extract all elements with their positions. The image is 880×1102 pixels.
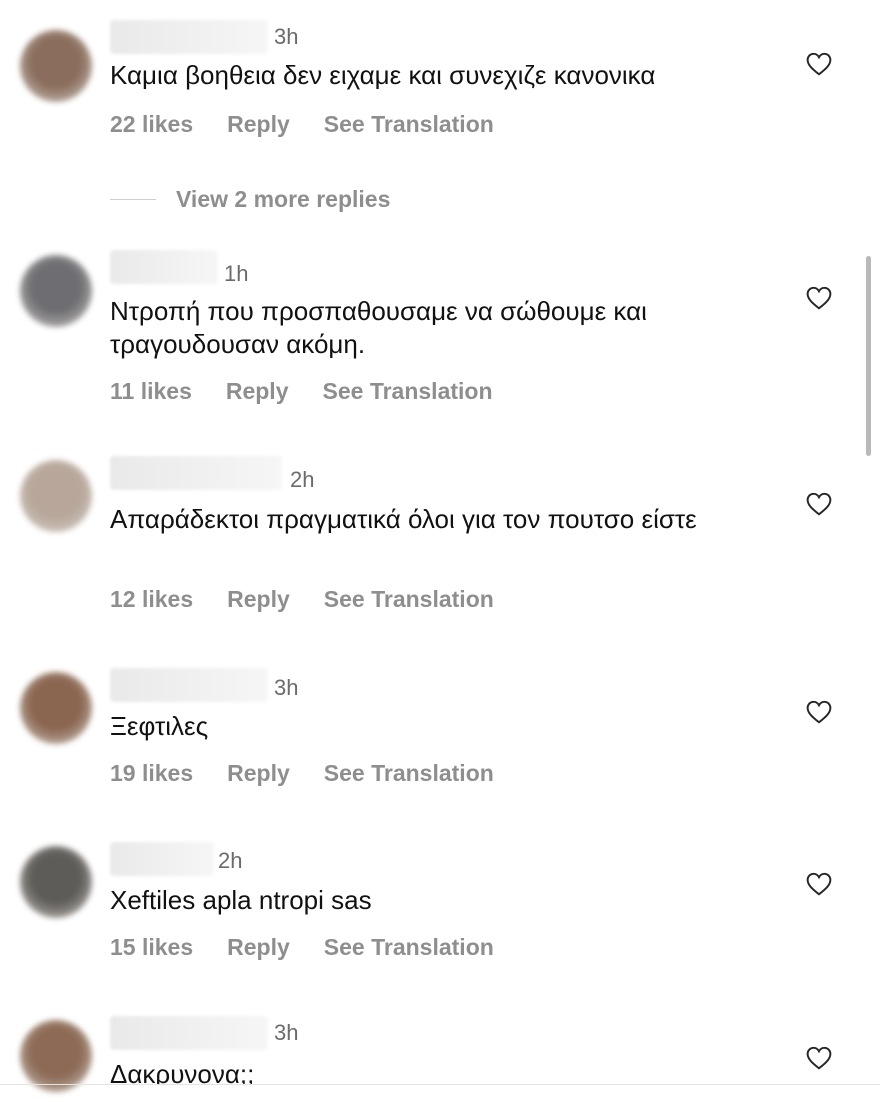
- comment-timestamp: 3h: [274, 675, 299, 700]
- comment-actions: 11 likes Reply See Translation: [110, 378, 527, 405]
- comment-text: Δακρυνονα;;: [110, 1059, 255, 1084]
- comment-timestamp: 1h: [224, 261, 249, 286]
- view-more-replies-button[interactable]: View 2 more replies: [110, 184, 390, 214]
- avatar[interactable]: [20, 1020, 92, 1092]
- comment-text: Καμια βοηθεια δεν ειχαμε και συνεχιζε κα…: [110, 60, 656, 90]
- likes-count[interactable]: 12 likes: [110, 586, 193, 612]
- comment-timestamp: 3h: [274, 1020, 299, 1045]
- divider-line: [110, 198, 156, 200]
- divider: [0, 1084, 880, 1085]
- see-translation-button[interactable]: See Translation: [324, 934, 494, 960]
- likes-count[interactable]: 11 likes: [110, 378, 192, 404]
- avatar[interactable]: [20, 255, 92, 327]
- reply-button[interactable]: Reply: [226, 378, 289, 404]
- avatar[interactable]: [20, 460, 92, 532]
- comment-text: Ξεφτιλες: [110, 711, 209, 741]
- heart-icon[interactable]: [806, 286, 832, 310]
- username-redacted[interactable]: [110, 20, 268, 54]
- comment-text: Απαράδεκτοι πραγματικά όλοι για τον πουτ…: [110, 504, 697, 534]
- view-more-replies-label: View 2 more replies: [176, 185, 391, 212]
- avatar[interactable]: [20, 30, 92, 102]
- heart-icon[interactable]: [806, 700, 832, 724]
- username-redacted[interactable]: [110, 250, 218, 284]
- likes-count[interactable]: 22 likes: [110, 111, 193, 137]
- see-translation-button[interactable]: See Translation: [324, 760, 494, 786]
- username-redacted[interactable]: [110, 842, 214, 876]
- username-redacted[interactable]: [110, 668, 268, 702]
- likes-count[interactable]: 19 likes: [110, 760, 193, 786]
- comment-timestamp: 3h: [274, 24, 299, 49]
- comment-timestamp: 2h: [290, 467, 315, 492]
- heart-icon[interactable]: [806, 492, 832, 516]
- username-redacted[interactable]: [110, 456, 282, 490]
- heart-icon[interactable]: [806, 1046, 832, 1070]
- likes-count[interactable]: 15 likes: [110, 934, 193, 960]
- heart-icon[interactable]: [806, 52, 832, 76]
- heart-icon[interactable]: [806, 872, 832, 896]
- comment-timestamp: 2h: [218, 848, 243, 873]
- comment-text: Xeftiles apla ntropi sas: [110, 885, 372, 915]
- avatar[interactable]: [20, 672, 92, 744]
- comment-actions: 19 likes Reply See Translation: [110, 760, 528, 787]
- reply-button[interactable]: Reply: [227, 586, 290, 612]
- reply-button[interactable]: Reply: [227, 111, 290, 137]
- scrollbar[interactable]: [866, 256, 871, 456]
- comment-text: Ντροπή που προσπαθουσαμε να σώθουμε και …: [110, 296, 647, 359]
- comment-actions: 22 likes Reply See Translation: [110, 111, 528, 138]
- see-translation-button[interactable]: See Translation: [324, 111, 494, 137]
- reply-button[interactable]: Reply: [227, 760, 290, 786]
- reply-button[interactable]: Reply: [227, 934, 290, 960]
- comment-actions: 12 likes Reply See Translation: [110, 586, 528, 613]
- comment-actions: 15 likes Reply See Translation: [110, 934, 528, 961]
- see-translation-button[interactable]: See Translation: [324, 586, 494, 612]
- username-redacted[interactable]: [110, 1016, 268, 1050]
- see-translation-button[interactable]: See Translation: [323, 378, 493, 404]
- avatar[interactable]: [20, 846, 92, 918]
